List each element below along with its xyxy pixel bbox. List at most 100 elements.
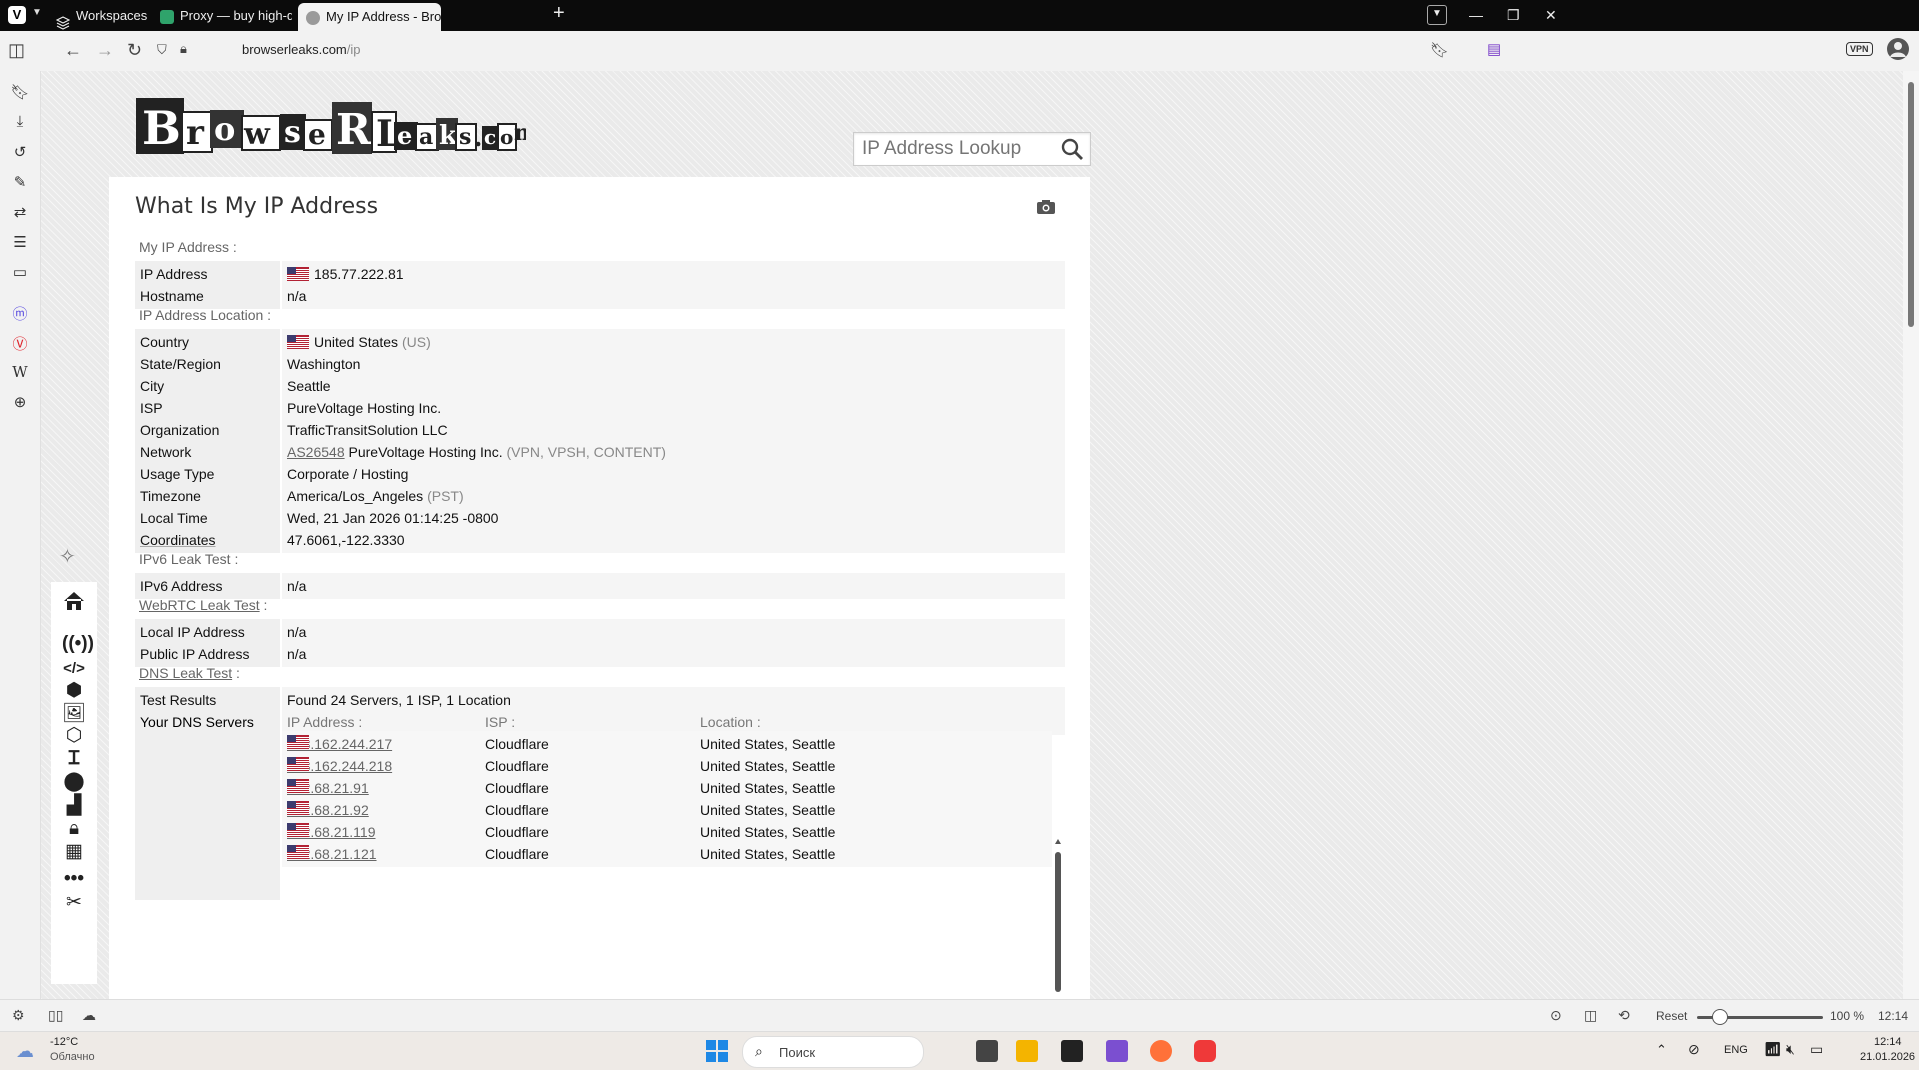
capture-icon[interactable]: ⊙ [1550,1007,1562,1024]
restore-button[interactable]: ❐ [1507,0,1520,31]
tab-workspaces[interactable]: Workspaces ▼ [48,0,148,31]
file-explorer-icon[interactable] [1016,1040,1038,1062]
tab-list-button[interactable]: ▼ [1427,5,1447,25]
browserleaks-favicon-icon [306,10,320,25]
reload-button[interactable]: ↻ [127,40,142,61]
coordinates-link[interactable]: Coordinates [135,527,280,553]
ip-broadcast-icon[interactable]: ((•)) [62,632,94,656]
section-dns: DNS Leak Test : [139,665,240,681]
page-scrollbar-thumb[interactable] [1908,82,1914,327]
cloud-sync-icon[interactable]: ⊘ [1688,1041,1700,1058]
zoom-slider-knob[interactable] [1712,1009,1728,1025]
vivaldi-icon[interactable] [1194,1040,1216,1062]
wikipedia-icon[interactable]: W [10,363,30,383]
task-view-icon[interactable] [976,1040,998,1062]
section-ipv6: IPv6 Leak Test : [139,551,239,567]
tab-label: Proxy — buy high-quality, r [180,8,292,23]
section-my-ip: My IP Address : [139,239,237,255]
translate-panel-icon[interactable]: ⇄ [10,203,30,223]
bookmark-icon[interactable]: 🔖︎ [1430,41,1449,59]
fonts-icon[interactable]: Ɪ [62,747,86,771]
chevron-down-icon[interactable]: ▼ [32,7,42,18]
vpn-button[interactable]: VPN [1846,42,1873,56]
asn-link[interactable]: AS26548 [287,444,345,460]
firewall-icon[interactable]: ▦ [62,840,86,864]
site-logo[interactable]: B r o w s e R L e a k s . c o m [136,92,537,162]
history-panel-icon[interactable]: ↺ [10,143,30,163]
minimize-button[interactable]: — [1469,0,1483,31]
webrtc-leak-test-link[interactable]: WebRTC Leak Test [139,597,260,613]
taskbar-search[interactable]: ⌕ Поиск [742,1036,924,1068]
pin-icon[interactable]: ✧ [59,544,76,569]
back-button[interactable]: ← [64,40,82,61]
forward-button[interactable]: → [96,40,114,61]
profile-avatar-icon[interactable] [1886,37,1910,66]
reading-list-icon[interactable]: ☰ [10,233,30,253]
vivaldi-menu-button[interactable]: V [8,6,26,24]
canvas-image-icon[interactable]: 🖼︎ [62,702,86,726]
ssl-lock-icon[interactable]: 🔒︎ [62,817,86,841]
dns-table-scrollbar[interactable] [1054,837,1062,997]
status-clock: 12:14 [1878,1009,1909,1023]
geolocation-icon[interactable]: ⬤ [62,770,86,794]
settings-icon[interactable]: ⚙ [12,1007,25,1024]
zoom-reset-button[interactable]: Reset [1656,1009,1687,1023]
section-webrtc: WebRTC Leak Test : [139,597,267,613]
weather-cloud-icon[interactable]: ☁ [16,1041,34,1062]
extension-icon[interactable]: ▤ [1487,40,1501,58]
javascript-code-icon[interactable]: </> [62,657,86,681]
taskbar-date[interactable]: 21.01.2026 [1860,1051,1915,1063]
window-panel-icon[interactable]: ▭ [10,263,30,283]
svg-text:e: e [397,121,412,150]
add-web-panel-icon[interactable]: ⊕ [10,393,30,413]
lock-icon[interactable]: 🔒︎ [180,41,187,57]
new-tab-button[interactable]: + [553,2,565,25]
taskbar-search-label: Поиск [779,1045,816,1060]
dns-leak-test-link[interactable]: DNS Leak Test [139,665,232,681]
close-button[interactable]: ✕ [1545,0,1557,31]
sync-cloud-icon[interactable]: ☁ [82,1007,96,1024]
snipping-tool-icon[interactable] [1106,1040,1128,1062]
row-label: Public IP Address [135,641,280,667]
webrtc-icon[interactable]: ⬢ [62,679,86,703]
us-flag-icon [287,731,309,749]
more-icon[interactable]: ••• [62,867,86,891]
search-icon[interactable] [1060,137,1084,166]
home-icon[interactable] [62,589,86,613]
taskbar-time[interactable]: 12:14 [1874,1036,1902,1048]
features-chart-icon[interactable]: ▟ [62,794,86,818]
bookmarks-panel-icon[interactable]: 🔖︎ [10,83,30,103]
notes-panel-icon[interactable]: ✎ [10,173,30,193]
downloads-panel-icon[interactable]: ⤓ [10,113,30,133]
tiling-icon[interactable]: ▯▯ [48,1007,63,1024]
wifi-icon[interactable]: 📶︎ [1764,1041,1782,1058]
panel-toggle-icon[interactable]: ◫ [8,40,25,61]
tab-proxy[interactable]: Proxy — buy high-quality, r [152,0,292,31]
speaker-muted-icon[interactable]: 🔇︎ [1786,1041,1795,1058]
url-field[interactable]: browserleaks.com/ip [242,42,361,57]
site-side-nav: ((•)) </> ⬢ 🖼︎ ⬡ Ɪ ⬤ ▟ 🔒︎ ▦ ••• ✂ [51,582,97,984]
mastodon-icon[interactable]: ⓜ [10,303,30,323]
camera-icon[interactable] [1036,199,1056,220]
page-actions-icon[interactable]: ⟲ [1618,1007,1630,1024]
row-value: n/a [282,283,1065,309]
ip-lookup-input[interactable] [860,136,1054,162]
tools-icon[interactable]: ✂ [62,891,86,915]
tile-toggle-icon[interactable]: ◫ [1584,1007,1597,1024]
section-colon: : [263,597,268,613]
chevron-up-icon[interactable]: ⌃ [1656,1042,1667,1058]
svg-text:m: m [514,120,526,146]
us-flag-icon [287,841,309,859]
webgl-cube-icon[interactable]: ⬡ [62,724,86,748]
windows-start-icon[interactable] [706,1040,728,1065]
battery-icon[interactable]: ▭ [1810,1041,1823,1058]
vivaldi-social-icon[interactable]: Ⓥ [10,333,30,353]
shield-icon[interactable]: ⛉ [157,42,167,58]
us-flag-icon [287,753,309,771]
weather-temp[interactable]: -12°C [50,1036,78,1048]
firefox-icon[interactable] [1150,1040,1172,1062]
language-indicator[interactable]: ENG [1724,1044,1748,1056]
terminal-icon[interactable] [1061,1040,1083,1062]
tab-my-ip-address[interactable]: My IP Address - BrowserLe [298,3,441,31]
svg-text:R: R [336,105,372,154]
